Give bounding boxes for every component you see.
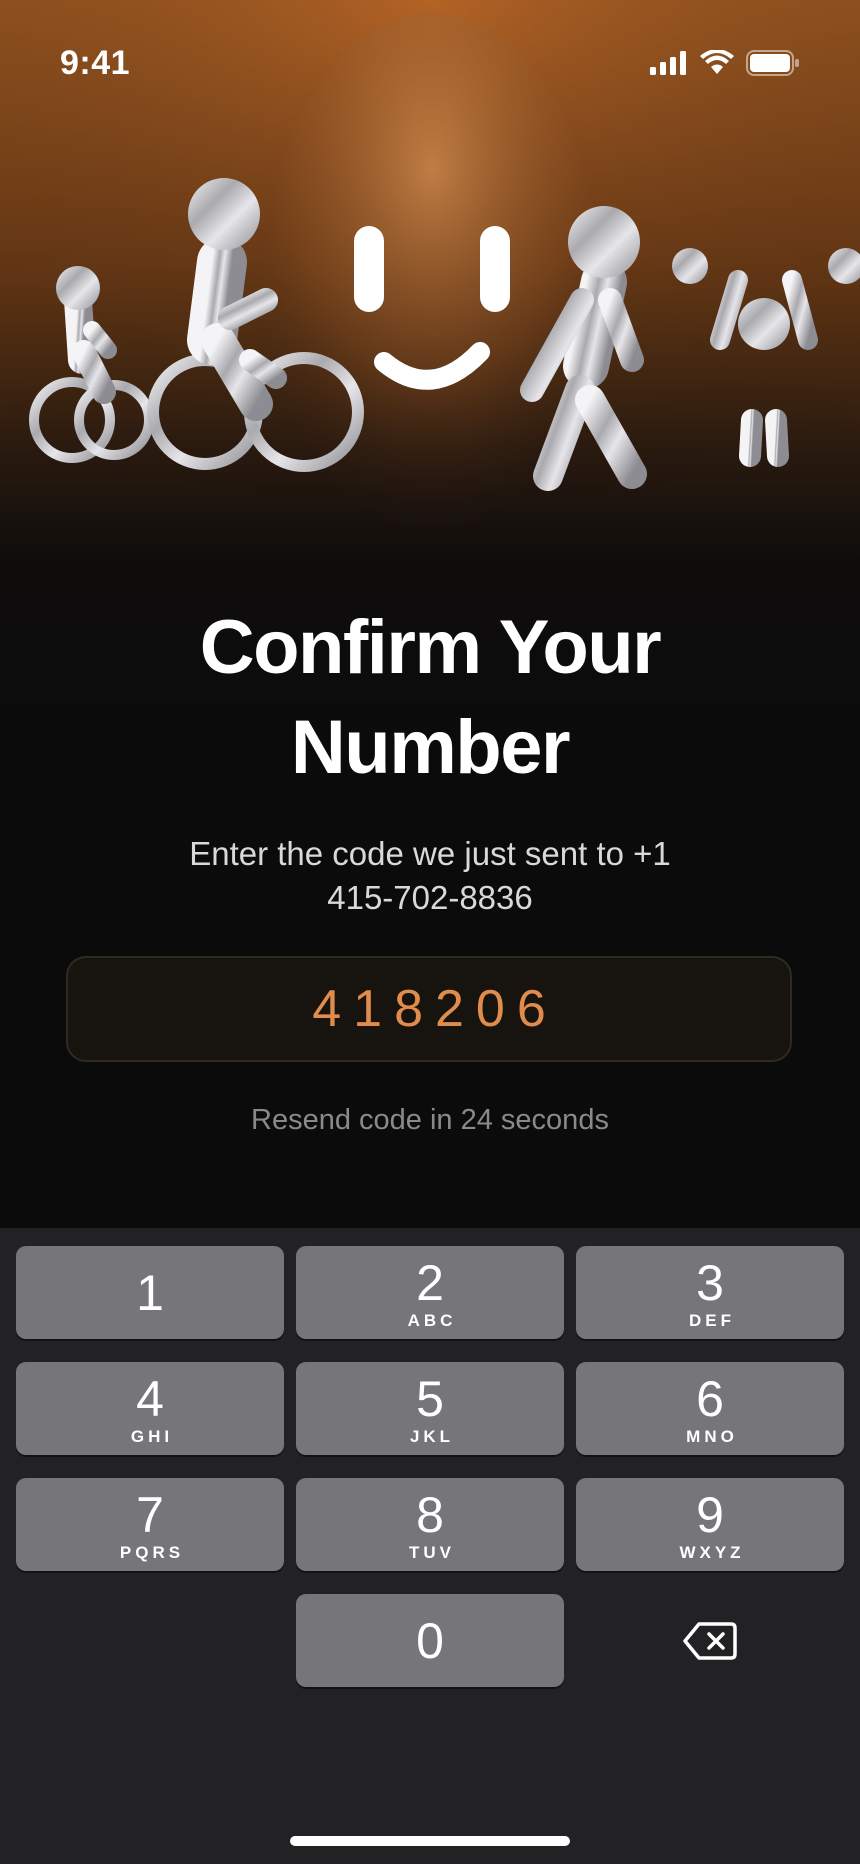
verification-code-input[interactable]: 418206 [66,956,792,1062]
key-5[interactable]: 5 JKL [296,1362,564,1455]
key-digit: 7 [136,1486,164,1543]
key-digit: 0 [416,1612,444,1669]
key-digit: 2 [416,1254,444,1311]
key-letters: GHI [130,1426,174,1446]
key-9[interactable]: 9 WXYZ [576,1478,844,1571]
instructions-text: Enter the code we just sent to +1 415-70… [130,832,730,920]
key-2[interactable]: 2 ABC [296,1246,564,1339]
status-time: 9:41 [60,44,131,82]
page-title: Confirm Your Number [80,598,780,798]
backspace-button[interactable] [576,1594,844,1687]
home-indicator[interactable] [290,1836,570,1846]
key-digit: 6 [696,1370,724,1427]
title-line-2: Number [290,705,571,790]
instructions-line-2: 415-702-8836 [327,879,533,916]
verification-code-value: 418206 [312,980,558,1038]
key-letters: ABC [407,1310,457,1330]
title-line-1: Confirm Your [199,605,662,690]
key-digit: 4 [136,1370,164,1427]
key-6[interactable]: 6 MNO [576,1362,844,1455]
battery-icon [746,50,799,76]
status-icons [650,50,800,76]
key-digit: 3 [696,1254,724,1311]
key-letters: MNO [686,1426,738,1446]
phone-screen: 9:41 Confirm Your Number Enter the code … [0,0,860,1864]
key-8[interactable]: 8 TUV [296,1478,564,1571]
key-digit: 5 [416,1370,444,1427]
numeric-keypad: 1 2 ABC 3 DEF 4 GHI 5 JKL 6 MNO 7 PQRS 8… [0,1228,860,1864]
instructions-line-1: Enter the code we just sent to +1 [189,835,671,872]
key-letters: WXYZ [679,1542,745,1562]
resend-countdown: Resend code in 24 seconds [251,1104,609,1136]
status-bar: 9:41 [0,0,860,130]
key-digit: 1 [136,1264,164,1321]
backspace-icon [683,1621,737,1660]
key-digit: 8 [416,1486,444,1543]
key-0[interactable]: 0 [296,1594,564,1687]
key-4[interactable]: 4 GHI [16,1362,284,1455]
key-digit: 9 [696,1486,724,1543]
cellular-signal-icon [650,51,686,75]
key-letters: JKL [409,1426,455,1446]
key-7[interactable]: 7 PQRS [16,1478,284,1571]
wifi-icon [700,50,734,74]
key-letters: DEF [689,1310,735,1330]
key-1[interactable]: 1 [16,1246,284,1339]
key-letters: TUV [409,1542,455,1562]
key-3[interactable]: 3 DEF [576,1246,844,1339]
key-letters: PQRS [119,1542,185,1562]
